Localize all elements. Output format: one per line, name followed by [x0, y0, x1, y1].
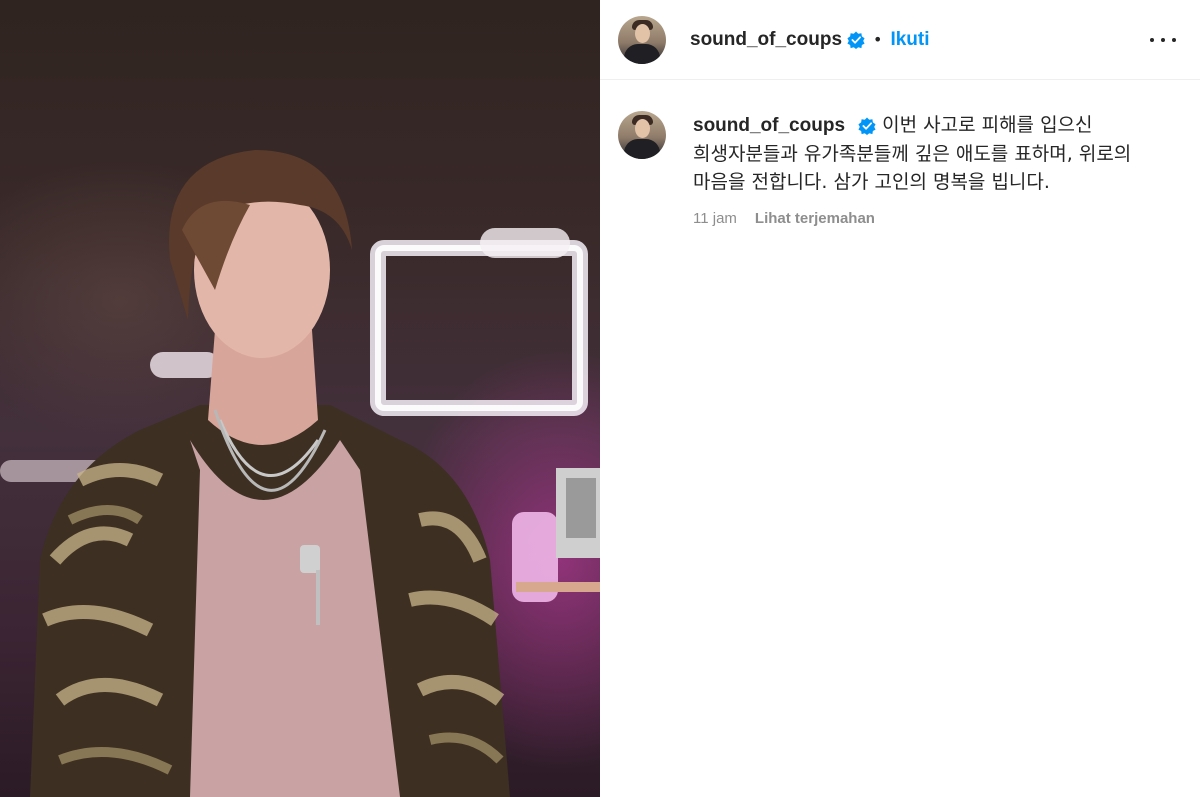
post-timestamp[interactable]: 11 jam	[693, 210, 737, 227]
header-avatar[interactable]	[618, 15, 666, 64]
post-photo[interactable]	[0, 0, 600, 797]
caption-block: sound_of_coups 이번 사고로 피해를 입으신 희생자분들과 유가족…	[618, 111, 1188, 227]
verified-badge-icon	[847, 30, 865, 49]
more-dot	[1172, 38, 1176, 42]
header-username[interactable]: sound_of_coups	[690, 29, 842, 51]
caption-body: sound_of_coups 이번 사고로 피해를 입으신 희생자분들과 유가족…	[693, 111, 1163, 227]
avatar-face	[635, 119, 650, 138]
caption-avatar[interactable]	[618, 111, 666, 159]
avatar-body	[624, 43, 660, 64]
follow-button[interactable]: Ikuti	[890, 29, 929, 51]
more-options-icon[interactable]	[1150, 28, 1176, 52]
avatar-face	[635, 23, 650, 43]
header-separator: •	[873, 30, 883, 49]
more-dot	[1161, 38, 1165, 42]
verified-badge-icon	[858, 116, 876, 135]
caption-text: sound_of_coups 이번 사고로 피해를 입으신 희생자분들과 유가족…	[693, 111, 1163, 196]
see-translation-button[interactable]: Lihat terjemahan	[755, 210, 875, 227]
caption-meta: 11 jam Lihat terjemahan	[693, 210, 1163, 227]
avatar-body	[624, 139, 660, 159]
caption-username[interactable]: sound_of_coups	[693, 115, 845, 136]
photo-illustration	[0, 150, 600, 797]
more-dot	[1150, 38, 1154, 42]
post-header: sound_of_coups • Ikuti	[600, 0, 1200, 80]
post-panel: sound_of_coups • Ikuti sound_of_coups 이번…	[600, 0, 1200, 797]
